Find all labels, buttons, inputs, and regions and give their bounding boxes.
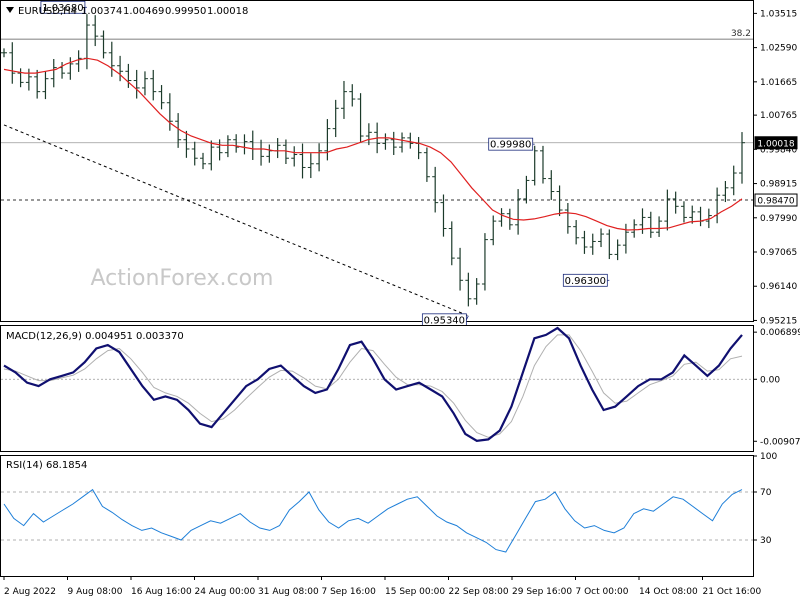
y-tick-label: 0.95215: [760, 316, 797, 326]
rsi-panel-frame: [0, 455, 754, 577]
watermark: ActionForex.com: [91, 266, 274, 291]
title-group: EURUSD,H4 1.00374 1.00469 0.99950 1.0001…: [6, 6, 248, 17]
x-tick-label: 9 Aug 08:00: [68, 587, 123, 597]
annotation-label: 0.95340: [424, 315, 465, 326]
y-tick-label: 1.00765: [760, 111, 797, 121]
x-tick-label: 7 Sep 16:00: [322, 587, 377, 597]
rsi-y-tick-label: 30: [760, 536, 772, 546]
main-title: EURUSD,H4: [18, 6, 77, 17]
macd-title: MACD(12,26,9) 0.004951 0.003370: [6, 331, 184, 342]
ohlc-low: 0.99950: [165, 6, 206, 17]
x-tick-label: 24 Aug 00:00: [195, 587, 256, 597]
macd-y-tick-label: 0.006899: [760, 328, 800, 338]
price-annotation: 0.95340: [421, 313, 469, 326]
fib-line-label: 38.2: [731, 29, 751, 39]
price-annotation: 0.99980: [488, 137, 535, 151]
ohlc-open: 1.00374: [81, 6, 122, 17]
current-price-label: 1.00018: [754, 136, 798, 150]
x-tick-label: 16 Aug 16:00: [131, 587, 192, 597]
current-price-label-text: 1.00018: [757, 139, 794, 149]
rsi-y-tick-label: 100: [760, 452, 777, 462]
chart-window: 1.03680 0.99980 0.95340 0.96300 ActionForex…: [0, 0, 800, 600]
x-tick-label: 22 Sep 08:00: [449, 587, 509, 597]
macd-panel-frame: [0, 325, 754, 452]
y-tick-label: 1.02590: [760, 44, 797, 54]
y-tick-label: 1.03515: [760, 9, 797, 19]
annotation-label: 0.96300: [565, 276, 606, 287]
x-tick-label: 29 Sep 16:00: [512, 587, 572, 597]
support-price-label: 0.98470: [754, 193, 798, 207]
annotation-label: 0.99980: [490, 140, 531, 151]
ohlc-close: 1.00018: [207, 6, 248, 17]
rsi-y-tick-label: 70: [760, 488, 772, 498]
x-tick-label: 2 Aug 2022: [4, 587, 56, 597]
x-tick-label: 15 Sep 00:00: [385, 587, 445, 597]
y-tick-label: 0.96140: [760, 282, 797, 292]
ohlc-high: 1.00469: [123, 6, 164, 17]
y-tick-label: 1.01665: [760, 78, 797, 88]
chart-canvas: 1.036800.999800.953400.96300 ActionForex…: [0, 0, 800, 597]
x-tick-label: 14 Oct 08:00: [639, 587, 698, 597]
y-tick-label: 0.97065: [760, 248, 797, 258]
macd-y-tick-label: -0.009076: [760, 437, 800, 447]
x-tick-label: 21 Oct 16:00: [703, 587, 762, 597]
rsi-title: RSI(14) 68.1854: [6, 460, 87, 471]
macd-y-tick-label: 0.00: [760, 375, 780, 385]
y-tick-label: 0.98915: [760, 180, 797, 190]
x-tick-label: 31 Aug 08:00: [258, 587, 319, 597]
y-tick-label: 0.97990: [760, 214, 797, 224]
x-tick-label: 7 Oct 00:00: [576, 587, 629, 597]
support-price-label-text: 0.98470: [757, 197, 794, 207]
price-annotation: 0.96300: [562, 273, 610, 287]
